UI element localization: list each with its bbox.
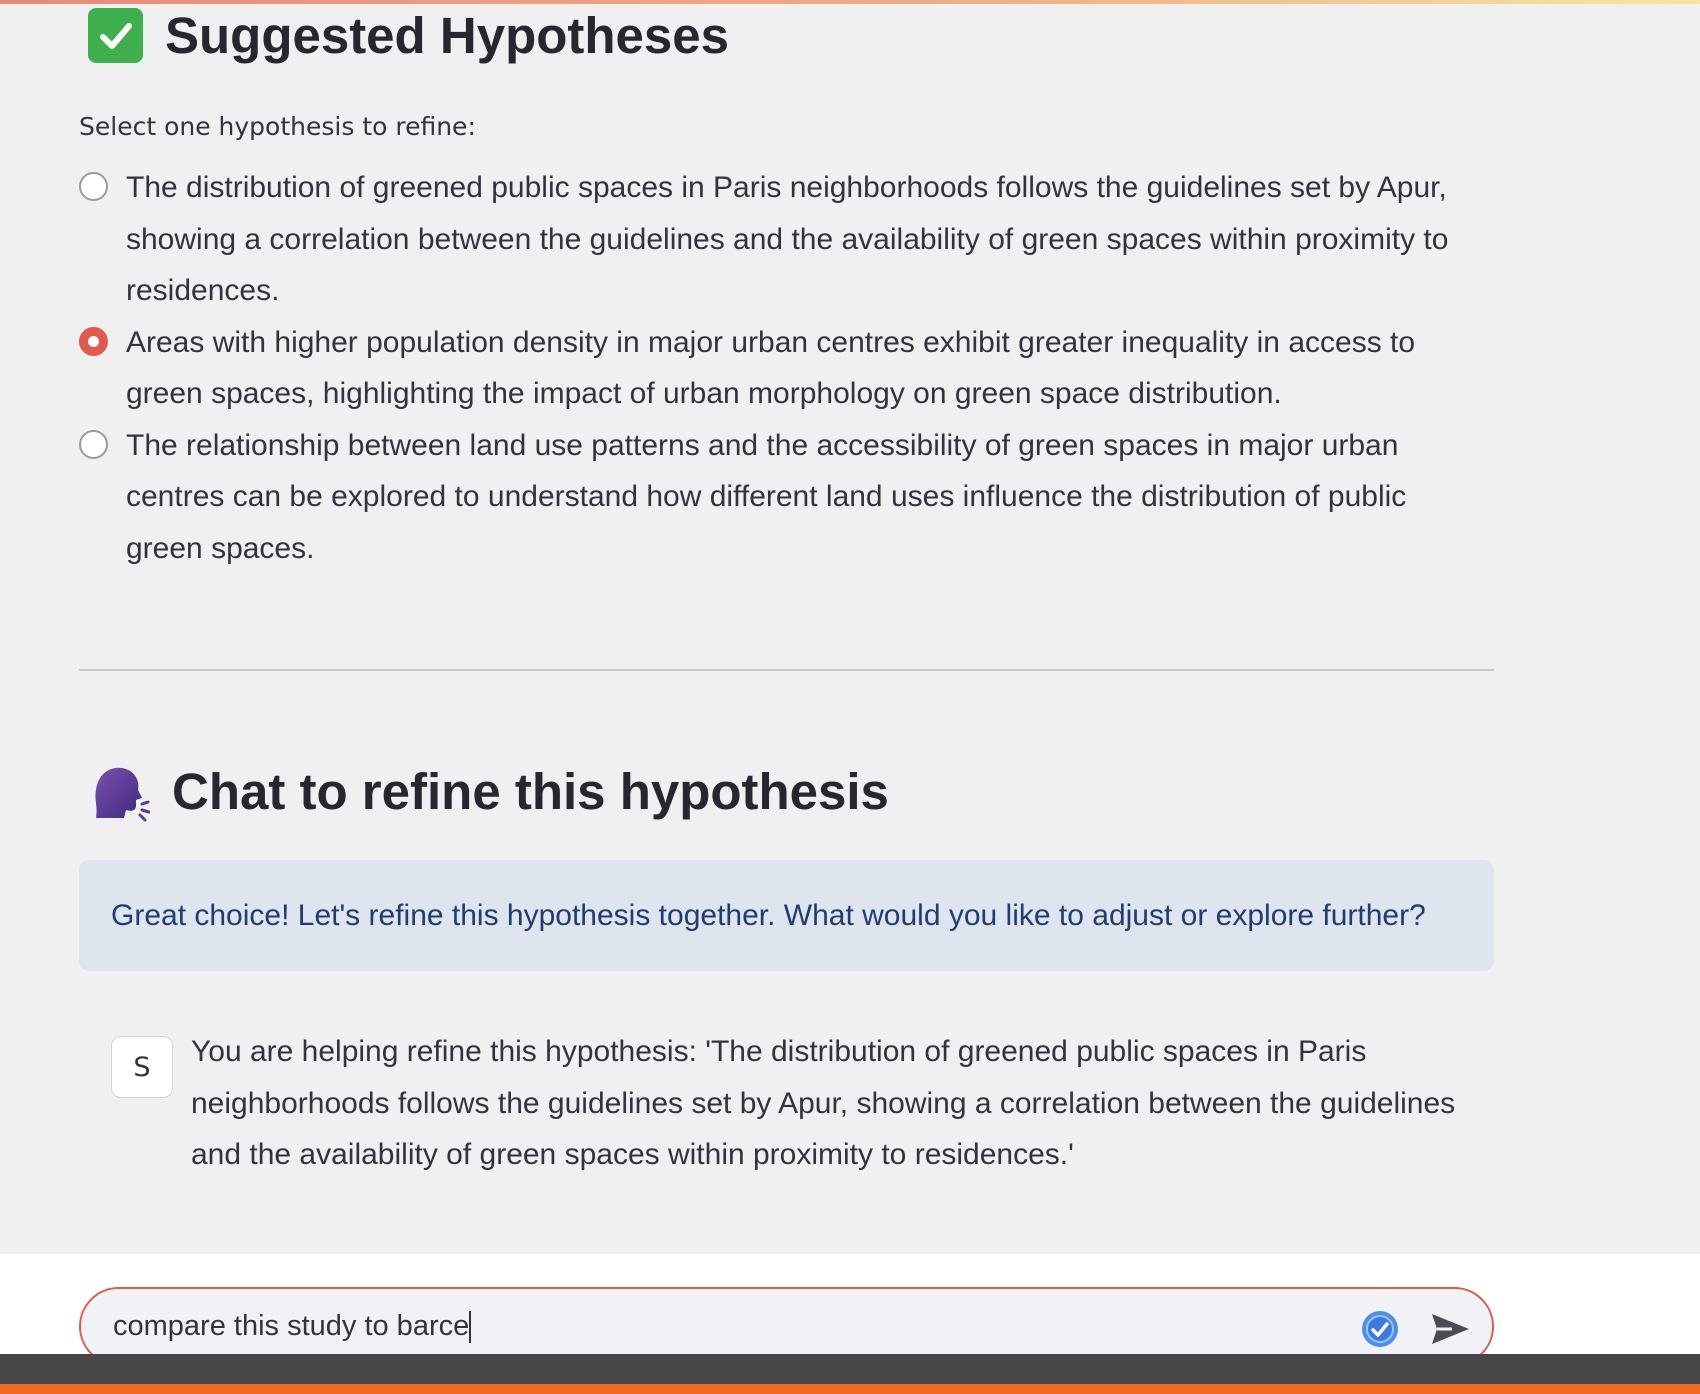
top-decoration-bar [0,0,1700,4]
hypothesis-option-2[interactable]: Areas with higher population density in … [79,317,1479,420]
check-mark-button-icon [88,8,143,63]
info-message-text: Great choice! Let's refine this hypothes… [111,898,1426,932]
hypothesis-option-label: Areas with higher population density in … [126,325,1416,411]
info-message-box: Great choice! Let's refine this hypothes… [79,860,1494,971]
hypothesis-select-label: Select one hypothesis to refine: [79,112,476,141]
radio-button[interactable] [79,172,108,201]
hypotheses-title: Suggested Hypotheses [165,7,729,64]
chat-input-value: compare this study to barce [113,1309,470,1342]
send-icon [1432,1314,1469,1344]
footer-strip [0,1354,1700,1384]
text-caret [469,1311,472,1344]
hypothesis-option-3[interactable]: The relationship between land use patter… [79,420,1479,575]
hypotheses-header: Suggested Hypotheses [88,6,729,65]
footer-accent-bar [0,1384,1700,1394]
section-divider [79,669,1494,671]
chat-title: Chat to refine this hypothesis [172,762,889,820]
avatar: S [111,1036,173,1098]
chat-message-text: You are helping refine this hypothesis: … [191,1035,1456,1171]
check-badge-icon [1360,1309,1400,1349]
hypothesis-radio-group: The distribution of greened public space… [79,162,1479,574]
send-button[interactable] [1428,1307,1472,1351]
hypothesis-option-label: The relationship between land use patter… [126,428,1407,565]
radio-button[interactable] [79,429,108,459]
speaking-head-icon [88,760,150,822]
chat-input-field[interactable]: compare this study to barce [113,1309,1460,1344]
chat-header: Chat to refine this hypothesis [88,760,889,822]
hypothesis-option-1[interactable]: The distribution of greened public space… [79,162,1479,317]
radio-button-selected[interactable] [79,326,108,356]
hypothesis-option-label: The distribution of greened public space… [126,171,1449,307]
chat-message: S You are helping refine this hypothesis… [111,1035,1491,1181]
